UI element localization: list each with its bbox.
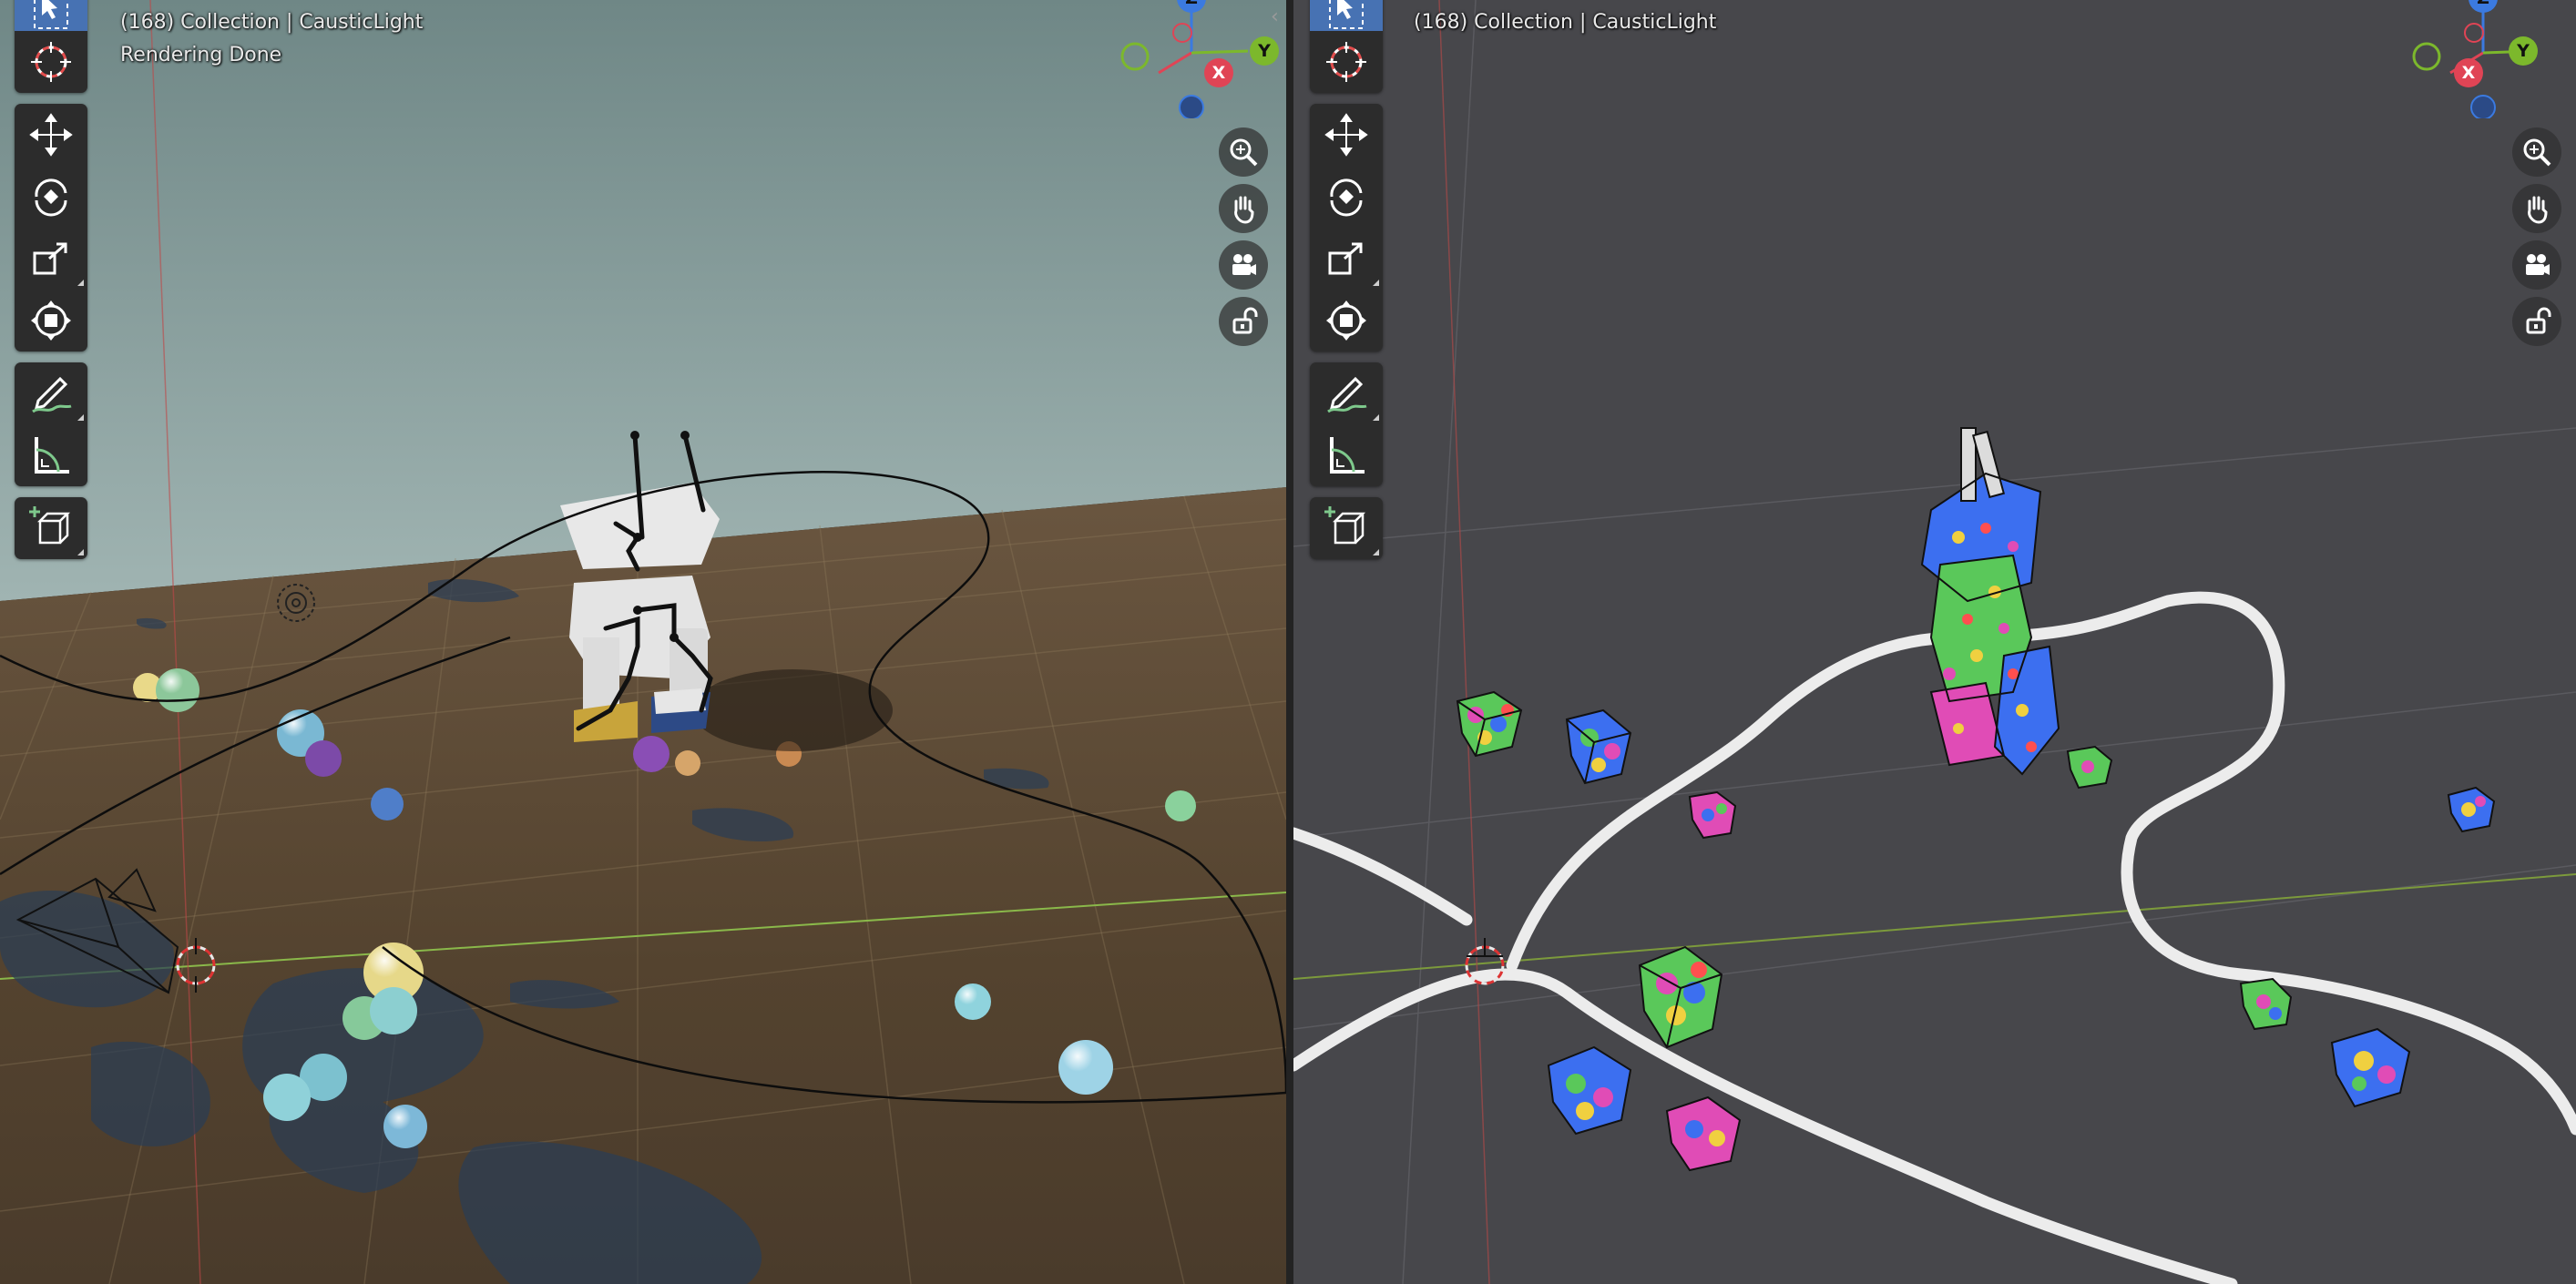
lock-icon [1232, 307, 1258, 334]
move-arrows-icon [29, 113, 73, 157]
lock-button[interactable] [2512, 297, 2561, 346]
zoom-icon [2523, 138, 2551, 167]
add-cube-icon [29, 506, 71, 545]
move-arrows-icon [1324, 113, 1368, 157]
viewport-rendered[interactable]: (168) Collection | CausticLight Renderin… [0, 0, 1286, 1284]
gizmo-x-axis[interactable]: X [2454, 58, 2483, 87]
pan-button[interactable] [2512, 184, 2561, 233]
render-status: Rendering Done [120, 44, 282, 66]
annotate-tool[interactable] [15, 362, 87, 424]
navigation-gizmo[interactable]: X Y Z [1111, 0, 1279, 118]
submenu-indicator [77, 549, 84, 555]
robot-shadow [692, 669, 893, 751]
submenu-indicator [77, 280, 84, 286]
viewport-title: (168) Collection | CausticLight [1414, 11, 1717, 34]
zoom-button[interactable] [2512, 127, 2561, 177]
gizmo-y-axis[interactable]: Y [1250, 36, 1279, 66]
measure-tool[interactable] [1310, 424, 1383, 486]
add-cube-tool[interactable] [1310, 497, 1383, 559]
measure-tool[interactable] [15, 424, 87, 486]
scale-tool[interactable] [15, 228, 87, 290]
lock-icon [2526, 307, 2551, 334]
sidebar-toggle-arrow[interactable]: ‹ [1271, 5, 1279, 28]
viewport-title: (168) Collection | CausticLight [120, 11, 424, 34]
select-box-tool[interactable] [15, 0, 87, 31]
submenu-indicator [77, 414, 84, 421]
pencil-icon [32, 376, 72, 413]
lock-button[interactable] [1219, 297, 1268, 346]
submenu-indicator [1373, 549, 1379, 555]
add-cube-tool[interactable] [15, 497, 87, 559]
move-tool[interactable] [15, 104, 87, 166]
navigation-buttons [1219, 127, 1270, 353]
scale-icon [33, 242, 67, 275]
annotate-tool[interactable] [1310, 362, 1383, 424]
viewport-solid[interactable]: (168) Collection | CausticLight X Y [1293, 0, 2576, 1284]
transform-tool[interactable] [15, 290, 87, 352]
cursor-tool[interactable] [1310, 31, 1383, 93]
hand-icon [1234, 196, 1254, 224]
move-tool[interactable] [1310, 104, 1383, 166]
add-cube-icon [1324, 506, 1366, 545]
pan-button[interactable] [1219, 184, 1268, 233]
ruler-icon [1330, 437, 1365, 474]
scale-icon [1328, 242, 1363, 275]
camera-view-button[interactable] [1219, 240, 1268, 290]
rotate-icon [1330, 178, 1363, 217]
rotate-tool[interactable] [15, 166, 87, 228]
rotate-icon [35, 178, 67, 217]
navigation-buttons [2512, 127, 2563, 353]
camera-icon [2526, 254, 2550, 275]
transform-tool[interactable] [1310, 290, 1383, 352]
navigation-gizmo[interactable]: X Y Z [2403, 0, 2540, 118]
scale-tool[interactable] [1310, 228, 1383, 290]
submenu-indicator [1373, 280, 1379, 286]
submenu-indicator [1373, 414, 1379, 421]
select-box-tool[interactable] [1310, 0, 1383, 31]
tool-shelf [1310, 0, 1383, 570]
tool-shelf [15, 0, 87, 570]
ruler-icon [35, 437, 69, 474]
cursor-tool[interactable] [15, 31, 87, 93]
rotate-tool[interactable] [1310, 166, 1383, 228]
3d-cursor-icon [1326, 42, 1366, 82]
rendered-scene[interactable] [0, 0, 1286, 1284]
transform-icon [1326, 301, 1366, 341]
3d-cursor-icon [31, 42, 71, 82]
gizmo-axes [1120, 5, 1248, 118]
solid-scene[interactable] [1293, 0, 2576, 1284]
viewport-divider[interactable] [1286, 0, 1293, 1284]
camera-icon [1232, 254, 1256, 275]
zoom-icon [1230, 138, 1258, 167]
transform-icon [31, 301, 71, 341]
gizmo-y-axis[interactable]: Y [2509, 36, 2538, 66]
zoom-button[interactable] [1219, 127, 1268, 177]
hand-icon [2528, 196, 2548, 224]
camera-view-button[interactable] [2512, 240, 2561, 290]
pencil-icon [1327, 376, 1367, 413]
gizmo-x-axis[interactable]: X [1204, 58, 1233, 87]
